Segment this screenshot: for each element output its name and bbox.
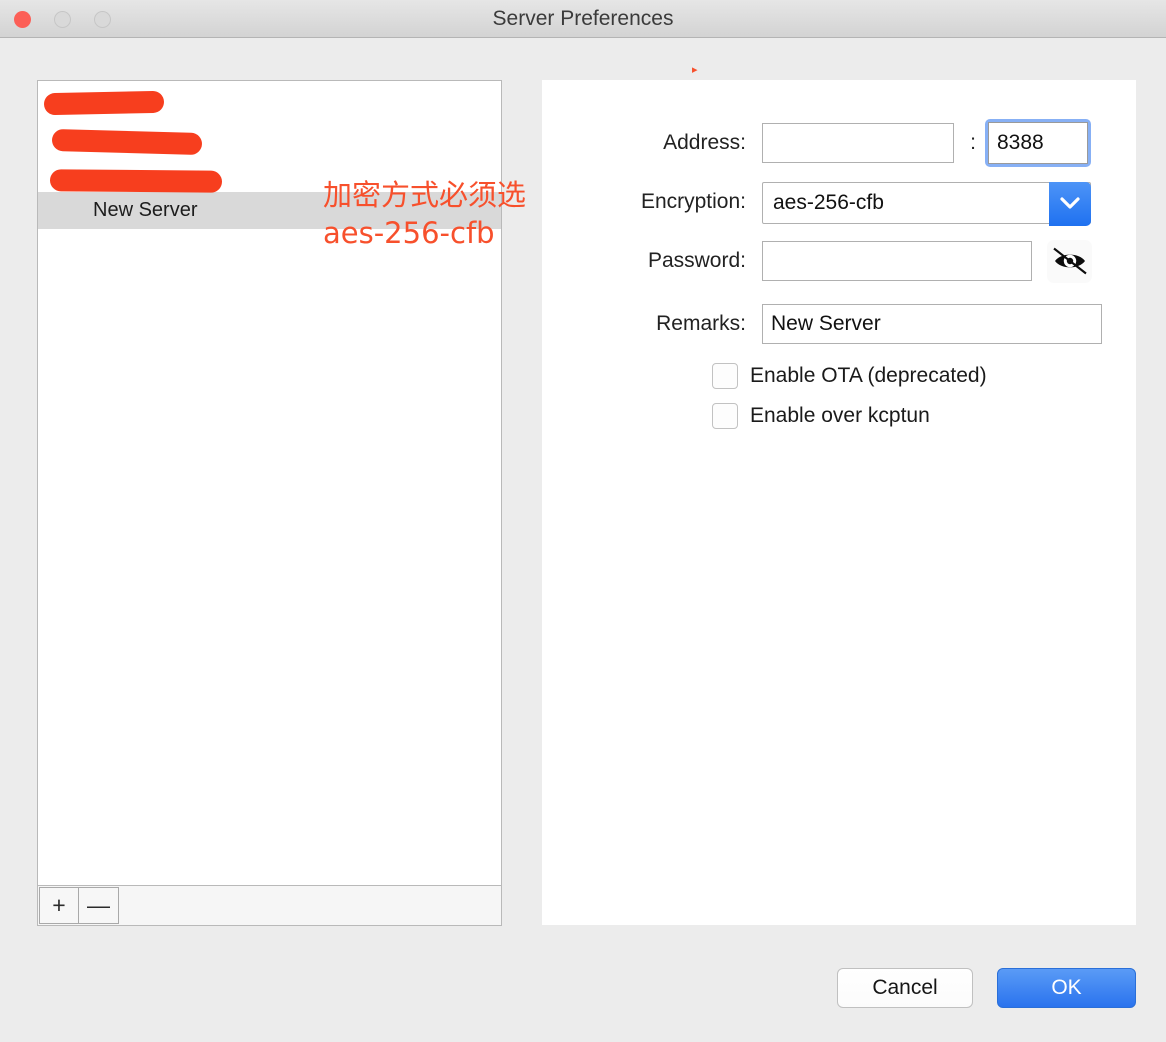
- annotation-speck: ▸: [692, 63, 698, 76]
- encryption-label: Encryption:: [640, 190, 746, 213]
- enable-ota-checkbox[interactable]: [712, 363, 738, 389]
- add-server-button[interactable]: +: [39, 887, 79, 924]
- server-detail-panel: Address: : 8388 Encryption: aes-256-cfb …: [542, 80, 1136, 925]
- password-label: Password:: [647, 249, 746, 272]
- port-separator: :: [970, 131, 976, 154]
- password-row: Password:: [542, 240, 1136, 283]
- list-item-new-server[interactable]: New Server: [38, 192, 501, 229]
- address-input[interactable]: [762, 123, 954, 163]
- enable-ota-label: Enable OTA (deprecated): [750, 364, 987, 387]
- remove-server-button[interactable]: —: [79, 887, 119, 924]
- remarks-row: Remarks: New Server: [542, 304, 1136, 344]
- enable-kcptun-checkbox[interactable]: [712, 403, 738, 429]
- list-item-label: New Server: [93, 199, 198, 221]
- enable-kcptun-label: Enable over kcptun: [750, 404, 930, 427]
- address-label: Address:: [663, 131, 746, 154]
- page-title: Server Preferences: [492, 7, 674, 30]
- remarks-label: Remarks:: [656, 312, 746, 335]
- encryption-selected-value: aes-256-cfb: [773, 191, 884, 214]
- ok-button[interactable]: OK: [997, 968, 1136, 1008]
- password-input[interactable]: [762, 241, 1032, 281]
- chevron-down-icon[interactable]: [1049, 182, 1091, 226]
- cancel-button[interactable]: Cancel: [837, 968, 973, 1008]
- toggle-password-visibility-button[interactable]: [1047, 240, 1092, 283]
- list-item[interactable]: [38, 118, 501, 155]
- list-item[interactable]: [38, 81, 501, 118]
- list-item[interactable]: [38, 155, 501, 192]
- port-input[interactable]: 8388: [988, 122, 1088, 164]
- server-list[interactable]: New Server: [37, 80, 502, 886]
- window-titlebar: Server Preferences: [0, 0, 1166, 38]
- encryption-select[interactable]: aes-256-cfb: [762, 182, 1091, 226]
- encryption-row: Encryption: aes-256-cfb: [542, 182, 1136, 226]
- remarks-input[interactable]: New Server: [762, 304, 1102, 344]
- server-list-toolbar: + —: [37, 886, 502, 926]
- address-row: Address: : 8388: [542, 119, 1136, 167]
